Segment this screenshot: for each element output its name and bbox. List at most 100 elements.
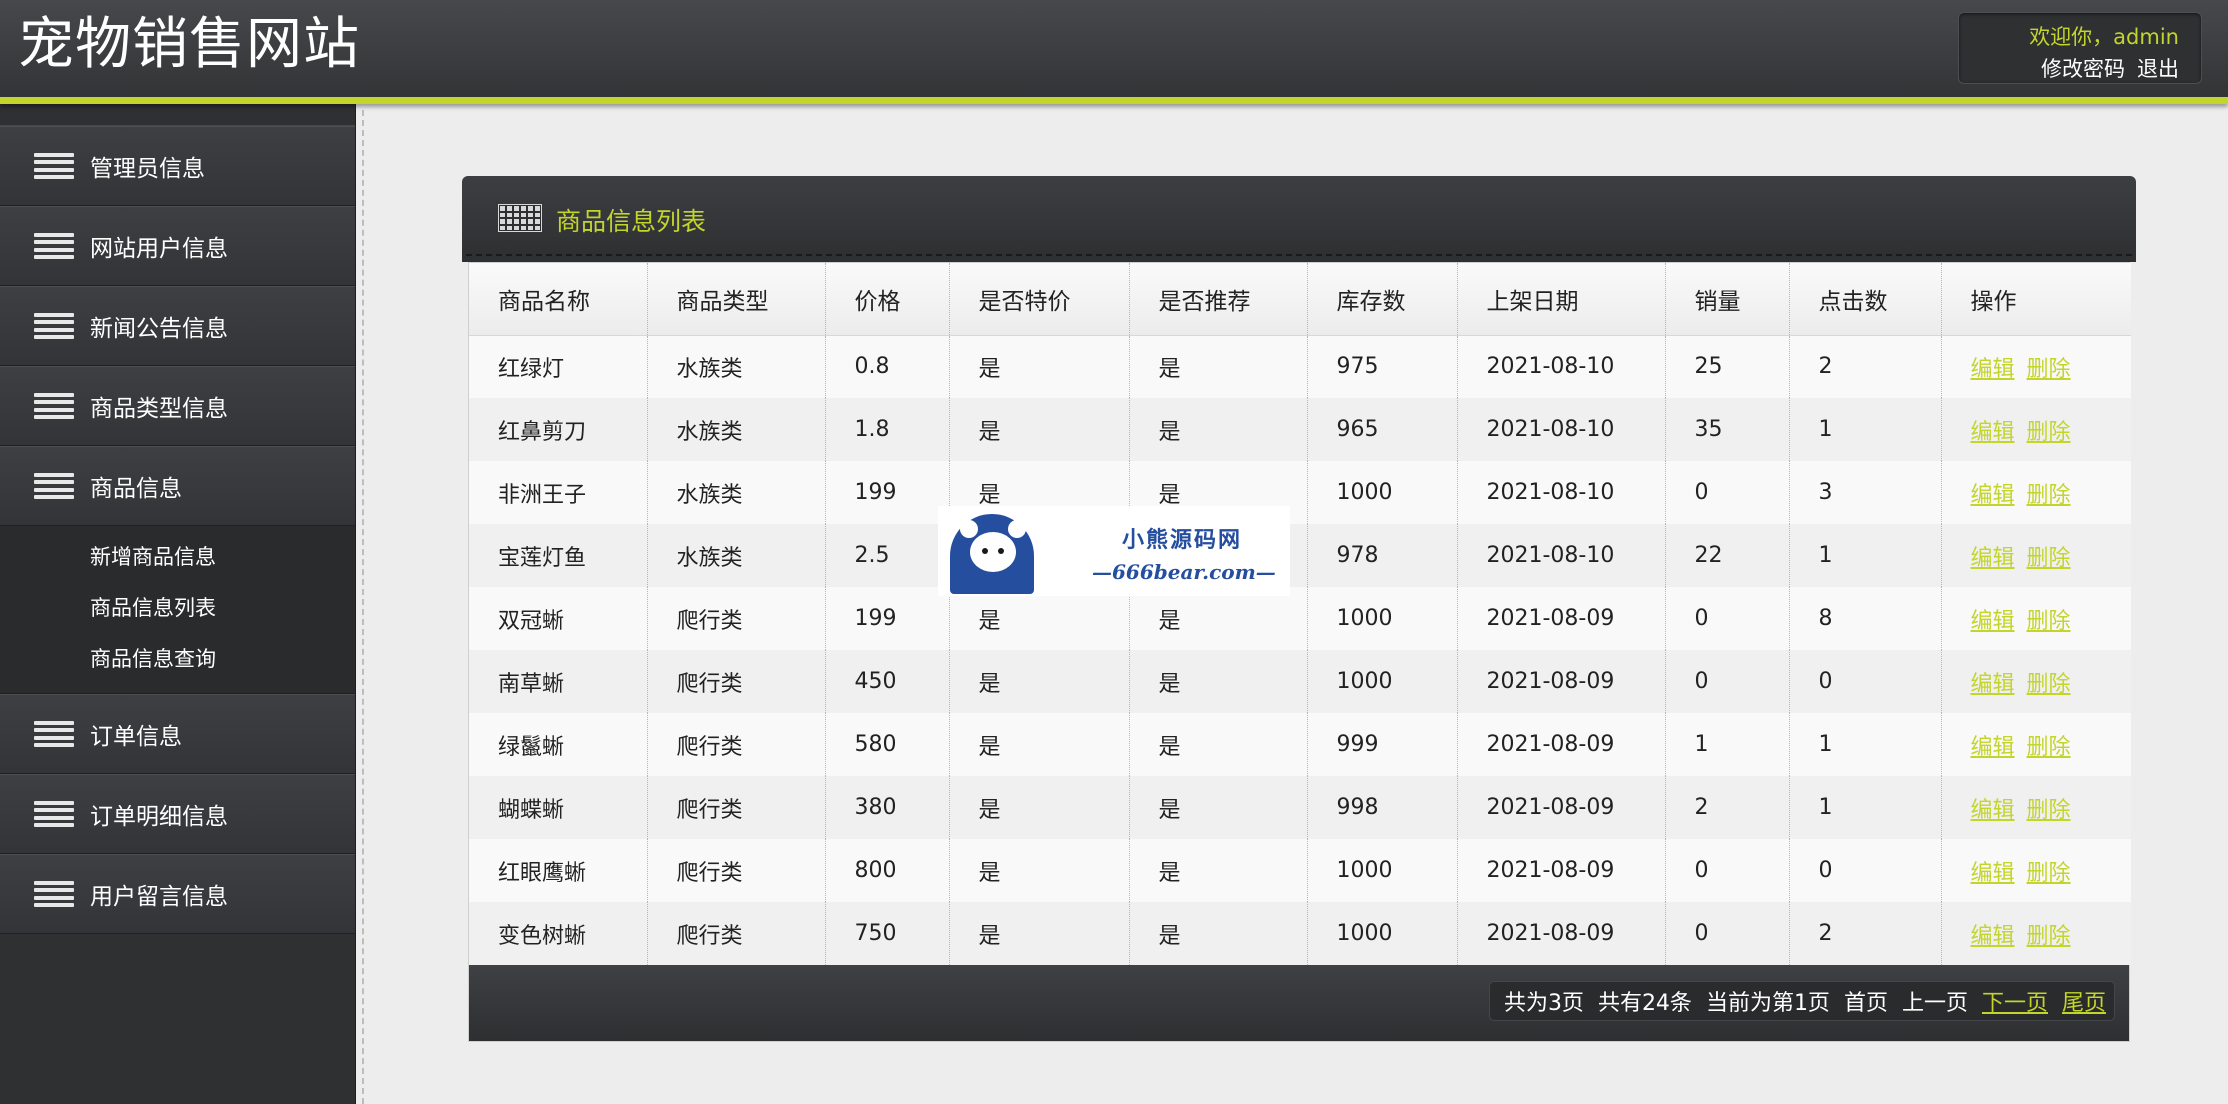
delete-link[interactable]: 删除 xyxy=(2027,420,2071,445)
delete-link[interactable]: 删除 xyxy=(2027,672,2071,697)
table-cell-actions: 编辑 删除 xyxy=(1941,839,2131,902)
delete-link[interactable]: 删除 xyxy=(2027,546,2071,571)
pager-first-button[interactable]: 首页 xyxy=(1844,985,1888,1017)
edit-link[interactable]: 编辑 xyxy=(1971,735,2015,760)
table-cell: 是 xyxy=(949,335,1130,398)
sidebar-item-news[interactable]: 新闻公告信息 xyxy=(0,286,355,366)
table-cell: 2021-08-10 xyxy=(1457,461,1666,524)
table-cell: 是 xyxy=(1129,398,1308,461)
delete-link[interactable]: 删除 xyxy=(2027,609,2071,634)
column-header: 点击数 xyxy=(1789,263,1942,336)
sidebar-item-product-types[interactable]: 商品类型信息 xyxy=(0,366,355,446)
top-header: 宠物销售网站 欢迎你，admin 修改密码 退出 xyxy=(0,0,2228,104)
sidebar-item-admin[interactable]: 管理员信息 xyxy=(0,126,355,206)
sidebar-item-label: 商品类型信息 xyxy=(90,396,228,422)
edit-link[interactable]: 编辑 xyxy=(1971,924,2015,949)
column-header: 价格 xyxy=(825,263,950,336)
table-body: 红绿灯 水族类 0.8 是是 975 2021-08-10 25 2 编辑 删除 红鼻剪刀 水族类 1.… xyxy=(469,335,2131,965)
table-cell: 2021-08-09 xyxy=(1457,587,1666,650)
table-cell: 变色树蜥 xyxy=(469,902,648,965)
menu-lines-icon xyxy=(34,393,74,419)
table-cell: 1 xyxy=(1789,776,1942,839)
column-header: 商品类型 xyxy=(647,263,826,336)
table-cell: 2021-08-10 xyxy=(1457,335,1666,398)
change-password-link[interactable]: 修改密码 xyxy=(2041,57,2125,81)
table-row: 红眼鹰蜥 爬行类 800 是是 1000 2021-08-09 0 0 编辑 删除 xyxy=(469,839,2131,902)
pager-prev-button[interactable]: 上一页 xyxy=(1902,985,1968,1017)
product-table-wrap: 商品名称 商品类型 价格 是否特价 是否推荐 库存数 上架日期 销量 点击数 操… xyxy=(468,262,2131,1042)
table-cell: 2.5 xyxy=(825,524,950,587)
table-cell-actions: 编辑 删除 xyxy=(1941,776,2131,839)
delete-link[interactable]: 删除 xyxy=(2027,357,2071,382)
sidebar-item-label: 管理员信息 xyxy=(90,156,205,182)
column-header: 上架日期 xyxy=(1457,263,1666,336)
table-cell: 是 xyxy=(949,587,1130,650)
table-cell: 1 xyxy=(1789,713,1942,776)
edit-link[interactable]: 编辑 xyxy=(1971,609,2015,634)
table-row: 绿鬣蜥 爬行类 580 是是 999 2021-08-09 1 1 编辑 删除 xyxy=(469,713,2131,776)
menu-lines-icon xyxy=(34,721,74,747)
sidebar-item-label: 订单信息 xyxy=(90,724,182,750)
sidebar-item-products[interactable]: 商品信息 xyxy=(0,446,355,526)
menu-lines-icon xyxy=(34,153,74,179)
table-cell: 爬行类 xyxy=(647,650,826,713)
sidebar-item-messages[interactable]: 用户留言信息 xyxy=(0,854,355,934)
edit-link[interactable]: 编辑 xyxy=(1971,420,2015,445)
sidebar-item-label: 订单明细信息 xyxy=(90,804,228,830)
column-header: 库存数 xyxy=(1307,263,1458,336)
table-cell: 35 xyxy=(1665,398,1790,461)
column-header: 是否推荐 xyxy=(1129,263,1308,336)
delete-link[interactable]: 删除 xyxy=(2027,735,2071,760)
delete-link[interactable]: 删除 xyxy=(2027,483,2071,508)
bear-logo-icon xyxy=(950,514,1034,594)
edit-link[interactable]: 编辑 xyxy=(1971,798,2015,823)
table-cell: 0 xyxy=(1665,587,1790,650)
delete-link[interactable]: 删除 xyxy=(2027,924,2071,949)
submenu-product-query[interactable]: 商品信息查询 xyxy=(0,634,355,685)
edit-link[interactable]: 编辑 xyxy=(1971,672,2015,697)
column-header: 是否特价 xyxy=(949,263,1130,336)
edit-link[interactable]: 编辑 xyxy=(1971,546,2015,571)
table-cell: 1.8 xyxy=(825,398,950,461)
table-row: 变色树蜥 爬行类 750 是是 1000 2021-08-09 0 2 编辑 删除 xyxy=(469,902,2131,965)
sidebar-item-label: 新闻公告信息 xyxy=(90,316,228,342)
watermark-text-url: —666bear.com— xyxy=(1092,560,1276,584)
table-cell: 爬行类 xyxy=(647,713,826,776)
table-cell: 爬行类 xyxy=(647,839,826,902)
edit-link[interactable]: 编辑 xyxy=(1971,483,2015,508)
table-cell-actions: 编辑 删除 xyxy=(1941,713,2131,776)
pager-total-records: 共有24条 xyxy=(1597,991,1692,1016)
table-cell: 双冠蜥 xyxy=(469,587,648,650)
edit-link[interactable]: 编辑 xyxy=(1971,357,2015,382)
submenu-product-list[interactable]: 商品信息列表 xyxy=(0,583,355,634)
pagination: 共为3页 共有24条 当前为第1页 首页 上一页 下一页 尾页 xyxy=(1488,981,2115,1021)
table-cell: 宝莲灯鱼 xyxy=(469,524,648,587)
table-cell-actions: 编辑 删除 xyxy=(1941,587,2131,650)
pager-last-button[interactable]: 尾页 xyxy=(2062,985,2106,1017)
table-cell: 1 xyxy=(1665,713,1790,776)
table-cell: 水族类 xyxy=(647,461,826,524)
menu-lines-icon xyxy=(34,801,74,827)
table-cell: 1000 xyxy=(1307,461,1458,524)
delete-link[interactable]: 删除 xyxy=(2027,861,2071,886)
pager-total-pages: 共为3页 xyxy=(1503,991,1584,1016)
pager-next-button[interactable]: 下一页 xyxy=(1982,985,2048,1017)
table-cell: 450 xyxy=(825,650,950,713)
delete-link[interactable]: 删除 xyxy=(2027,798,2071,823)
sidebar: 管理员信息 网站用户信息 新闻公告信息 商品类型信息 商品信息 新增商品信息 商… xyxy=(0,104,356,1104)
sidebar-item-orders[interactable]: 订单信息 xyxy=(0,694,355,774)
table-cell-actions: 编辑 删除 xyxy=(1941,398,2131,461)
table-cell: 1 xyxy=(1789,398,1942,461)
sidebar-item-order-details[interactable]: 订单明细信息 xyxy=(0,774,355,854)
table-cell: 1000 xyxy=(1307,650,1458,713)
table-cell: 红绿灯 xyxy=(469,335,648,398)
table-cell: 25 xyxy=(1665,335,1790,398)
sidebar-item-site-users[interactable]: 网站用户信息 xyxy=(0,206,355,286)
logout-link[interactable]: 退出 xyxy=(2137,57,2179,81)
table-cell: 8 xyxy=(1789,587,1942,650)
table-cell: 0 xyxy=(1665,650,1790,713)
table-cell: 2021-08-09 xyxy=(1457,713,1666,776)
submenu-add-product[interactable]: 新增商品信息 xyxy=(0,532,355,583)
table-cell: 965 xyxy=(1307,398,1458,461)
edit-link[interactable]: 编辑 xyxy=(1971,861,2015,886)
